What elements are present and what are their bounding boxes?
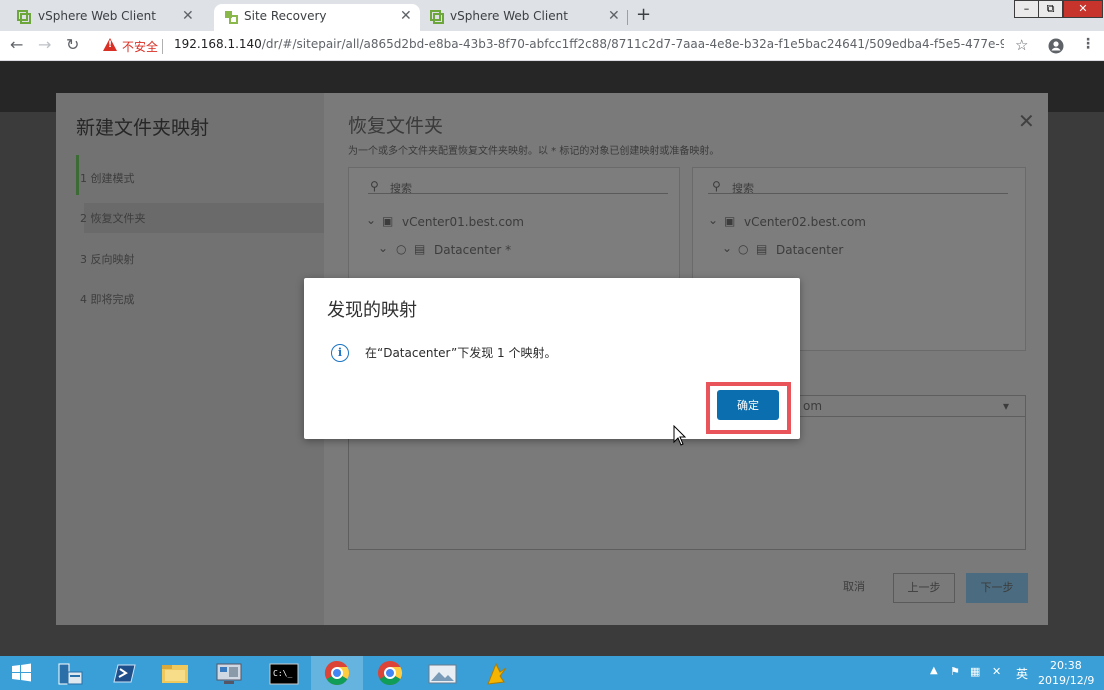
left-search-underline bbox=[368, 193, 668, 194]
right-vcenter-node[interactable]: vCenter02.best.com bbox=[744, 215, 866, 229]
browser-tab-strip: vSphere Web Client ✕ Site Recovery ✕ vSp… bbox=[0, 0, 1104, 31]
url-host: 192.168.1.140 bbox=[174, 37, 262, 51]
back-button[interactable]: 上一步 bbox=[893, 573, 955, 603]
site-recovery-icon bbox=[225, 11, 238, 24]
vsphere-icon bbox=[17, 10, 31, 24]
vsphere-icon bbox=[430, 10, 444, 24]
wizard-steps-panel: 新建文件夹映射 1 创建模式 2 恢复文件夹 3 反向映射 4 即将完成 bbox=[56, 93, 324, 625]
url-text: 192.168.1.140/dr/#/sitepair/all/a865d2bd… bbox=[174, 37, 1004, 51]
chrome-icon[interactable] bbox=[364, 656, 416, 690]
powershell-icon[interactable] bbox=[98, 656, 150, 690]
close-wizard-icon[interactable]: ✕ bbox=[1018, 109, 1035, 133]
clock-time[interactable]: 20:38 bbox=[1050, 659, 1082, 672]
expand-chevron-icon[interactable]: ⌄ bbox=[722, 241, 732, 255]
maximize-button[interactable]: ⧉ bbox=[1038, 0, 1063, 18]
windows-taskbar: C:\_ ▲ ⚑ ▦ ✕ 英 20:38 2019/12/9 bbox=[0, 656, 1104, 690]
remote-desktop-icon[interactable] bbox=[204, 656, 256, 690]
radio-icon[interactable]: ○ bbox=[396, 242, 406, 256]
photo-viewer-icon[interactable] bbox=[417, 656, 469, 690]
dialog-message: 在“Datacenter”下发现 1 个映射。 bbox=[365, 346, 557, 360]
command-prompt-icon[interactable]: C:\_ bbox=[258, 656, 310, 690]
step-indicator bbox=[76, 155, 79, 195]
browser-toolbar: ← → ↻ 不安全 192.168.1.140/dr/#/sitepair/al… bbox=[0, 31, 1104, 61]
volume-muted-icon[interactable]: ✕ bbox=[992, 665, 1001, 678]
vcenter-icon: ▣ bbox=[382, 214, 394, 228]
close-window-button[interactable]: ✕ bbox=[1063, 0, 1103, 18]
reload-icon[interactable]: ↻ bbox=[66, 35, 79, 54]
section-subtitle: 为一个或多个文件夹配置恢复文件夹映射。以 * 标记的对象已创建映射或准备映射。 bbox=[348, 146, 720, 157]
pinned-app-icon[interactable] bbox=[470, 656, 522, 690]
tab-vsphere-web-client-1[interactable]: vSphere Web Client ✕ bbox=[0, 4, 212, 31]
tab-vsphere-web-client-2[interactable]: vSphere Web Client ✕ bbox=[420, 4, 628, 31]
vcenter-icon: ▣ bbox=[724, 214, 736, 228]
chrome-icon[interactable] bbox=[311, 656, 363, 690]
svg-text:C:\_: C:\_ bbox=[273, 669, 292, 678]
forward-arrow-icon[interactable]: → bbox=[38, 35, 51, 54]
mapping-dropdown[interactable]: om ▾ bbox=[796, 395, 1026, 417]
datacenter-icon: ▤ bbox=[414, 242, 426, 256]
expand-chevron-icon[interactable]: ⌄ bbox=[378, 241, 388, 255]
back-arrow-icon[interactable]: ← bbox=[10, 35, 23, 54]
profile-icon[interactable] bbox=[1048, 38, 1064, 54]
tab-site-recovery[interactable]: Site Recovery ✕ bbox=[214, 4, 420, 31]
right-search-underline bbox=[708, 193, 1008, 194]
section-title: 恢复文件夹 bbox=[348, 115, 444, 137]
security-label: 不安全 bbox=[122, 40, 159, 54]
wizard-title: 新建文件夹映射 bbox=[76, 117, 210, 139]
input-method-indicator[interactable]: 英 bbox=[1016, 665, 1028, 682]
tab-separator bbox=[627, 10, 628, 25]
cancel-button[interactable]: 取消 bbox=[826, 573, 882, 603]
server-manager-icon[interactable] bbox=[44, 656, 96, 690]
tab-title: Site Recovery bbox=[244, 9, 327, 23]
datacenter-icon: ▤ bbox=[756, 242, 768, 256]
minimize-button[interactable]: – bbox=[1014, 0, 1039, 18]
ok-button[interactable]: 确定 bbox=[717, 390, 779, 420]
next-button[interactable]: 下一步 bbox=[966, 573, 1028, 603]
discovered-mappings-dialog: 发现的映射 i 在“Datacenter”下发现 1 个映射。 确定 bbox=[304, 278, 800, 439]
url-path: /dr/#/sitepair/all/a865d2bd-e8ba-43b3-8f… bbox=[261, 37, 1004, 51]
wizard-step-2[interactable]: 2 恢复文件夹 bbox=[80, 210, 146, 226]
warning-icon bbox=[103, 38, 117, 51]
bookmark-star-icon[interactable]: ☆ bbox=[1015, 36, 1028, 54]
close-tab-icon[interactable]: ✕ bbox=[182, 4, 204, 29]
wizard-step-4[interactable]: 4 即将完成 bbox=[80, 291, 135, 307]
wizard-step-1[interactable]: 1 创建模式 bbox=[80, 170, 135, 186]
show-hidden-icons-chevron-icon[interactable]: ▲ bbox=[930, 665, 938, 676]
menu-kebab-icon[interactable]: ⋮ bbox=[1081, 36, 1095, 52]
left-vcenter-node[interactable]: vCenter01.best.com bbox=[402, 215, 524, 229]
radio-icon[interactable]: ○ bbox=[738, 242, 748, 256]
expand-chevron-icon[interactable]: ⌄ bbox=[708, 213, 718, 227]
network-icon[interactable]: ▦ bbox=[970, 665, 980, 678]
file-explorer-icon[interactable] bbox=[150, 656, 202, 690]
url-separator bbox=[162, 39, 163, 54]
dropdown-value: om bbox=[803, 399, 823, 413]
left-datacenter-node[interactable]: Datacenter * bbox=[434, 243, 511, 257]
search-icon: ⚲ bbox=[712, 179, 721, 193]
windows-start-icon[interactable] bbox=[0, 656, 44, 690]
close-tab-icon[interactable]: ✕ bbox=[608, 4, 620, 29]
action-center-icon[interactable]: ⚑ bbox=[950, 665, 960, 678]
new-tab-button[interactable]: + bbox=[636, 4, 651, 25]
wizard-step-3[interactable]: 3 反向映射 bbox=[80, 251, 135, 267]
right-datacenter-node[interactable]: Datacenter bbox=[776, 243, 843, 257]
expand-chevron-icon[interactable]: ⌄ bbox=[366, 213, 376, 227]
clock-date[interactable]: 2019/12/9 bbox=[1038, 674, 1094, 687]
mouse-cursor-icon bbox=[673, 425, 687, 446]
tab-title: vSphere Web Client bbox=[450, 9, 568, 23]
chevron-down-icon: ▾ bbox=[1003, 399, 1010, 413]
search-icon: ⚲ bbox=[370, 179, 379, 193]
dialog-title: 发现的映射 bbox=[327, 300, 417, 321]
close-tab-icon[interactable]: ✕ bbox=[400, 4, 412, 29]
info-icon: i bbox=[331, 344, 349, 362]
tab-title: vSphere Web Client bbox=[38, 9, 156, 23]
